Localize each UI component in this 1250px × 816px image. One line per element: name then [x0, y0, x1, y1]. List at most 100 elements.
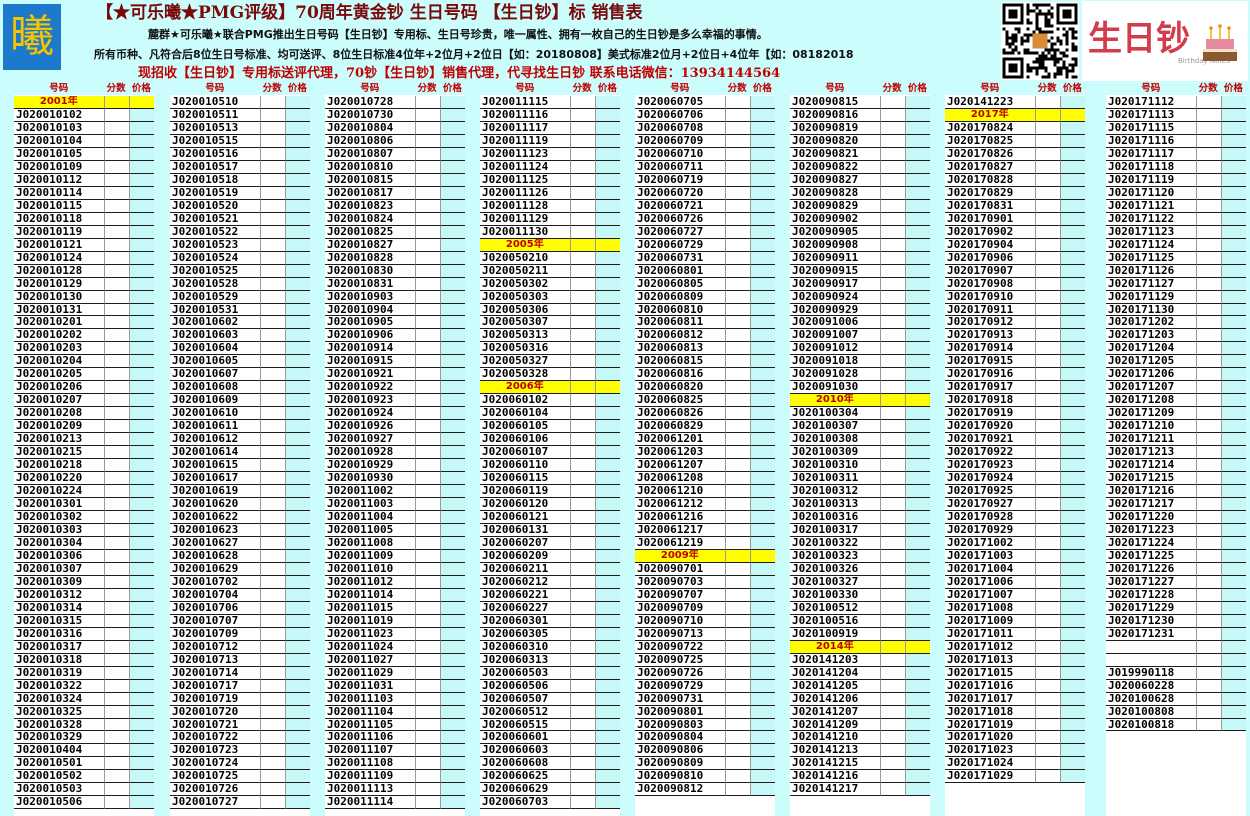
table-row: J020171024 — [945, 757, 1085, 771]
price-cell — [439, 433, 465, 447]
score-cell — [724, 212, 750, 226]
column-header: 号码 分数 价格 — [1106, 83, 1246, 95]
table-row: J020011106 — [325, 731, 465, 745]
score-cell — [569, 523, 595, 537]
table-row: J020010510 — [170, 96, 310, 109]
serial-number-cell: J020010730 — [325, 108, 415, 122]
price-cell — [1059, 381, 1085, 395]
serial-number-cell: J020010603 — [170, 329, 260, 343]
table-row: J020170923 — [945, 459, 1085, 473]
score-cell — [103, 290, 129, 304]
score-cell — [724, 355, 750, 369]
table-row: J020010602 — [170, 316, 310, 330]
price-cell — [284, 796, 310, 810]
score-cell — [103, 342, 129, 356]
serial-number-cell: J020060829 — [635, 420, 725, 434]
score-cell — [259, 770, 285, 784]
serial-number-cell: J020010501 — [14, 757, 104, 771]
serial-number-cell: J020010109 — [14, 160, 104, 174]
table-row: J020010319 — [14, 666, 154, 680]
score-cell — [1034, 498, 1060, 511]
score-cell — [414, 523, 440, 537]
serial-number-cell: J020171209 — [1106, 407, 1196, 421]
table-row: J020011023 — [325, 627, 465, 641]
serial-number-cell: J020171122 — [1106, 212, 1196, 226]
table-row: J020060131 — [480, 523, 620, 537]
score-cell — [1195, 627, 1221, 641]
serial-number-cell: J020011004 — [325, 511, 415, 524]
table-row: J020010714 — [170, 666, 310, 680]
score-cell — [569, 536, 595, 550]
price-cell — [284, 173, 310, 187]
score-cell — [879, 705, 905, 719]
price-cell — [594, 692, 620, 706]
serial-number-cell: J020170913 — [945, 329, 1035, 343]
price-cell — [749, 238, 775, 252]
score-cell — [1195, 536, 1221, 550]
score-cell — [569, 290, 595, 304]
serial-number-cell: J020011115 — [480, 96, 570, 109]
price-cell — [1059, 290, 1085, 304]
table-row: J020010131 — [14, 303, 154, 317]
serial-number-cell: J020060810 — [635, 303, 725, 317]
score-cell — [259, 160, 285, 174]
serial-number-cell: J020060119 — [480, 485, 570, 499]
score-cell — [1195, 277, 1221, 291]
table-row: J020060710 — [635, 147, 775, 161]
score-cell — [103, 368, 129, 382]
score-cell — [879, 303, 905, 317]
serial-number-cell: J020060106 — [480, 433, 570, 447]
table-row: J020060727 — [635, 225, 775, 239]
serial-number-cell: J020090803 — [635, 718, 725, 732]
qr-code-icon — [1001, 2, 1079, 80]
table-row: J020061212 — [635, 498, 775, 511]
price-cell — [1059, 472, 1085, 486]
serial-number-cell: J020171112 — [1106, 96, 1196, 109]
serial-number-cell: J020171006 — [945, 575, 1035, 589]
serial-number-cell: J020141207 — [790, 705, 880, 719]
serial-number-cell: J020010318 — [14, 653, 104, 667]
header-price-label: 价格 — [1062, 83, 1082, 94]
serial-number-cell: J020141223 — [945, 96, 1035, 109]
price-cell — [1059, 368, 1085, 382]
score-cell — [414, 108, 440, 122]
score-cell — [259, 355, 285, 369]
score-cell — [879, 108, 905, 122]
price-cell — [1059, 394, 1085, 408]
serial-number-cell: J020171226 — [1106, 562, 1196, 576]
serial-number-cell: J020060809 — [635, 290, 725, 304]
table-row: J020171116 — [1106, 134, 1246, 148]
score-cell — [103, 614, 129, 628]
table-row: J020010727 — [170, 796, 310, 810]
price-cell — [749, 96, 775, 109]
table-row: J020010306 — [14, 549, 154, 563]
score-cell — [259, 666, 285, 680]
table-row: J020170826 — [945, 147, 1085, 161]
score-cell — [259, 511, 285, 524]
price-cell — [904, 277, 930, 291]
serial-number-cell: J020090905 — [790, 225, 880, 239]
score-cell — [259, 536, 285, 550]
score-cell — [259, 692, 285, 706]
table-row: J020171130 — [1106, 303, 1246, 317]
score-cell — [414, 212, 440, 226]
score-cell — [414, 238, 440, 252]
table-row: J020010102 — [14, 108, 154, 122]
table-row: J020170907 — [945, 264, 1085, 278]
score-cell — [879, 446, 905, 460]
price-cell — [439, 770, 465, 784]
score-cell — [569, 420, 595, 434]
table-row: J020090713 — [635, 627, 775, 641]
table-row: J020090908 — [790, 238, 930, 252]
score-cell — [569, 679, 595, 693]
table-row: J020060107 — [480, 446, 620, 460]
price-cell — [594, 679, 620, 693]
price-cell — [128, 277, 154, 291]
serial-number-cell: J020010709 — [170, 627, 260, 641]
price-cell — [1220, 290, 1246, 304]
table-row: J020060703 — [480, 796, 620, 810]
table-row: J020011002 — [325, 485, 465, 499]
table-row: J020010502 — [14, 770, 154, 784]
score-cell — [1034, 147, 1060, 161]
column-gap — [0, 83, 14, 816]
